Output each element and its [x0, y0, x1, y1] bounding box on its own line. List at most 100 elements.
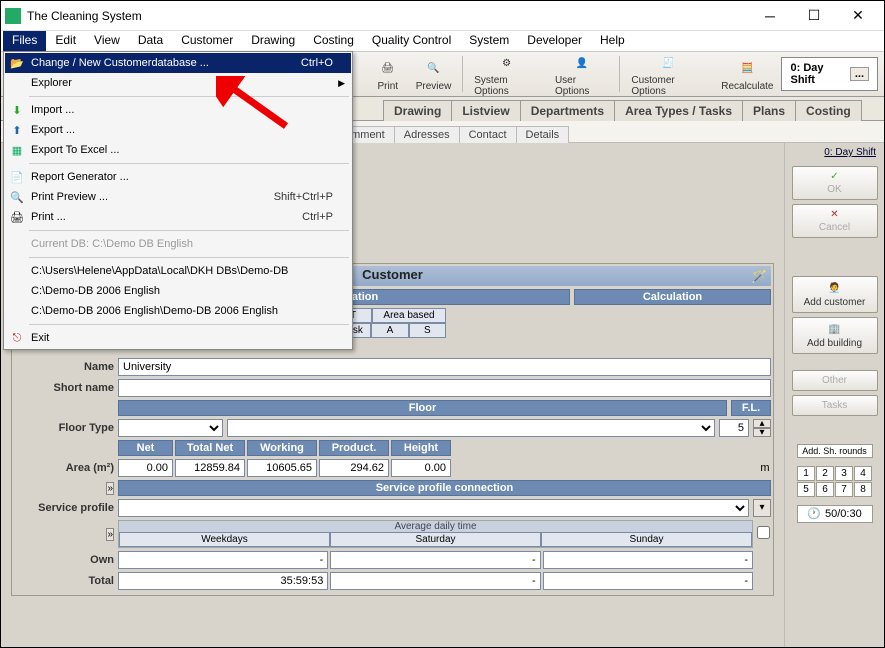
tab-areatypes[interactable]: Area Types / Tasks	[614, 100, 743, 121]
toolbar-customer-options[interactable]: 🧾Customer Options	[623, 49, 713, 99]
maximize-button[interactable]: ☐	[792, 2, 836, 30]
menu-customer[interactable]: Customer	[172, 31, 242, 51]
round-6[interactable]: 6	[816, 482, 834, 497]
shift-label: 0: Day Shift	[790, 62, 843, 86]
calc-s[interactable]: S	[409, 323, 446, 338]
subtab-addresses[interactable]: Adresses	[394, 126, 460, 143]
menu-edit[interactable]: Edit	[46, 31, 85, 51]
tab-drawing[interactable]: Drawing	[383, 100, 452, 121]
wand-icon[interactable]: 🪄	[751, 268, 767, 284]
round-2[interactable]: 2	[816, 466, 834, 481]
toolbar-recalculate[interactable]: 🧮Recalculate	[713, 55, 781, 94]
fl-spin-down[interactable]: ▾	[753, 428, 771, 437]
add-building-icon: 🏢	[828, 322, 840, 336]
cancel-button[interactable]: ✕ Cancel	[792, 204, 878, 238]
own-label: Own	[14, 554, 114, 566]
tab-costing[interactable]: Costing	[795, 100, 862, 121]
subtab-contact[interactable]: Contact	[459, 126, 517, 143]
menu-export-excel[interactable]: ▦ Export To Excel ...	[5, 140, 351, 160]
toolbar-system-options[interactable]: ⚙System Options	[466, 49, 547, 99]
menu-export[interactable]: ⬆ Export ...	[5, 120, 351, 140]
fl-header: F.L.	[731, 400, 771, 416]
calculation-header: Calculation	[574, 289, 771, 305]
menu-print[interactable]: 🖨 Print ... Ctrl+P	[5, 207, 351, 227]
menu-view[interactable]: View	[85, 31, 129, 51]
name-field[interactable]	[118, 358, 771, 376]
avg-col-saturday: Saturday	[330, 532, 541, 547]
tab-plans[interactable]: Plans	[742, 100, 796, 121]
area-totalnet: 12859.84	[175, 459, 245, 477]
tab-departments[interactable]: Departments	[520, 100, 615, 121]
subtab-details[interactable]: Details	[516, 126, 570, 143]
spc-expand-button[interactable]: »	[106, 482, 114, 495]
service-profile-label: Service profile	[14, 502, 114, 514]
right-shift-link[interactable]: 0: Day Shift	[824, 147, 876, 158]
round-3[interactable]: 3	[835, 466, 853, 481]
menu-developer[interactable]: Developer	[518, 31, 591, 51]
clock-row[interactable]: 🕐 50/0:30	[797, 505, 873, 523]
menu-recent-2[interactable]: C:\Demo-DB 2006 English	[5, 281, 351, 301]
menu-drawing[interactable]: Drawing	[242, 31, 304, 51]
hdr-product: Product.	[319, 440, 389, 456]
floortype-select-2[interactable]	[227, 419, 715, 437]
menu-data[interactable]: Data	[129, 31, 172, 51]
total-label: Total	[14, 575, 114, 587]
shift-selector[interactable]: 0: Day Shift ...	[781, 57, 878, 91]
menu-system[interactable]: System	[460, 31, 518, 51]
menu-change-db[interactable]: 📂 Change / New Customerdatabase ... Ctrl…	[5, 53, 351, 73]
tasks-button[interactable]: Tasks	[792, 395, 878, 416]
own-wk: -	[118, 551, 328, 569]
add-building-button[interactable]: 🏢Add building	[792, 317, 878, 354]
round-4[interactable]: 4	[854, 466, 872, 481]
round-8[interactable]: 8	[854, 482, 872, 497]
total-sun: -	[543, 572, 753, 590]
shift-browse-button[interactable]: ...	[850, 67, 869, 81]
menu-files[interactable]: Files	[3, 31, 46, 51]
close-button[interactable]: ✕	[836, 2, 880, 30]
round-7[interactable]: 7	[835, 482, 853, 497]
fl-field[interactable]	[719, 419, 749, 437]
shortname-field[interactable]	[118, 379, 771, 397]
round-1[interactable]: 1	[797, 466, 815, 481]
menu-import[interactable]: ⬇ Import ...	[5, 100, 351, 120]
area-product: 294.62	[319, 459, 389, 477]
avg-checkbox[interactable]	[757, 526, 770, 539]
menu-explorer[interactable]: Explorer ▶	[5, 73, 351, 93]
menu-report-generator[interactable]: 📄 Report Generator ...	[5, 167, 351, 187]
add-customer-button[interactable]: 🧑‍💼Add customer	[792, 276, 878, 313]
calc-icon: 🧮	[735, 57, 759, 81]
floortype-select-1[interactable]	[118, 419, 223, 437]
toolbar-preview[interactable]: 🔍Preview	[408, 55, 460, 94]
hdr-working: Working	[247, 440, 317, 456]
sp-browse-button[interactable]: ▾	[753, 499, 771, 517]
menu-costing[interactable]: Costing	[304, 31, 363, 51]
export-icon: ⬆	[9, 122, 25, 138]
area-label: Area (m²)	[14, 462, 114, 474]
open-icon: 📂	[9, 55, 25, 71]
import-icon: ⬇	[9, 102, 25, 118]
menu-exit[interactable]: ⎋ Exit	[5, 328, 351, 348]
spc-header: Service profile connection	[118, 480, 771, 496]
avg-col-sunday: Sunday	[541, 532, 752, 547]
service-profile-select[interactable]	[118, 499, 749, 517]
menu-recent-3[interactable]: C:\Demo-DB 2006 English\Demo-DB 2006 Eng…	[5, 301, 351, 321]
menu-help[interactable]: Help	[591, 31, 634, 51]
menu-recent-1[interactable]: C:\Users\Helene\AppData\Local\DKH DBs\De…	[5, 261, 351, 281]
options-icon: 🧾	[656, 51, 680, 75]
round-5[interactable]: 5	[797, 482, 815, 497]
calc-a[interactable]: A	[371, 323, 408, 338]
calc-area-based[interactable]: Area based	[372, 308, 446, 323]
ok-button[interactable]: ✓ OK	[792, 166, 878, 200]
submenu-arrow-icon: ▶	[338, 78, 345, 89]
menu-print-preview[interactable]: 🔍 Print Preview ... Shift+Ctrl+P	[5, 187, 351, 207]
minimize-button[interactable]: ─	[748, 2, 792, 30]
toolbar-print[interactable]: 🖨Print	[368, 55, 408, 94]
avg-expand-button[interactable]: »	[106, 528, 114, 541]
menu-quality[interactable]: Quality Control	[363, 31, 460, 51]
preview-icon: 🔍	[9, 189, 25, 205]
other-button[interactable]: Other	[792, 370, 878, 391]
hdr-net: Net	[118, 440, 173, 456]
hdr-totalnet: Total Net	[175, 440, 245, 456]
tab-listview[interactable]: Listview	[451, 100, 520, 121]
toolbar-user-options[interactable]: 👤User Options	[547, 49, 616, 99]
